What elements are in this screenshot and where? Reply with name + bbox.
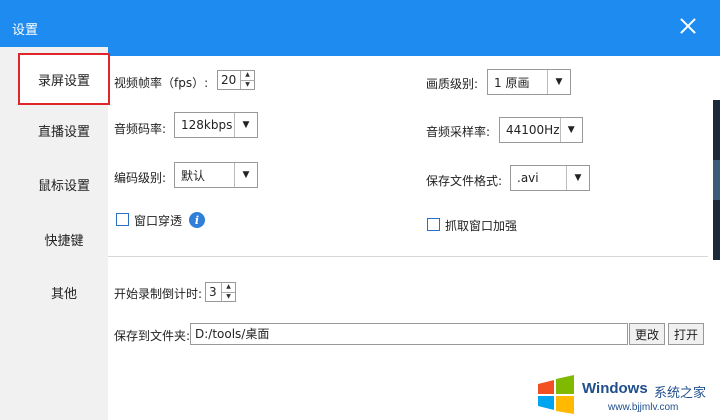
sidebar: 录屏设置 直播设置 鼠标设置 快捷键 其他 xyxy=(0,47,110,420)
sidebar-item-label: 鼠标设置 xyxy=(37,178,90,194)
audio-bitrate-select[interactable]: 128kbps ▼ xyxy=(174,112,258,138)
change-folder-button[interactable]: 更改 xyxy=(629,323,665,345)
quality-level-value: 1 原画 xyxy=(494,75,530,90)
open-folder-button[interactable]: 打开 xyxy=(668,323,704,345)
sidebar-item-label: 录屏设置 xyxy=(37,73,90,89)
sample-rate-value: 44100Hz xyxy=(506,123,560,137)
capture-enhance-checkbox[interactable] xyxy=(427,218,440,231)
watermark: Windows 系统之家 www.bjjmlv.com xyxy=(530,368,720,420)
sidebar-item-hotkeys[interactable]: 快捷键 xyxy=(18,213,110,265)
watermark-brand: Windows xyxy=(582,380,648,397)
stepper-down-icon[interactable]: ▼ xyxy=(241,79,254,90)
sidebar-item-live[interactable]: 直播设置 xyxy=(18,104,110,156)
stepper-down-icon[interactable]: ▼ xyxy=(222,291,235,302)
quality-level-label: 画质级别: xyxy=(426,77,479,91)
save-folder-input[interactable]: D:/tools/桌面 xyxy=(190,323,628,345)
encode-level-select[interactable]: 默认 ▼ xyxy=(174,162,258,188)
section-divider xyxy=(108,256,708,257)
fps-stepper[interactable]: 20 ▲ ▼ xyxy=(217,70,255,90)
file-format-value: .avi xyxy=(517,171,539,185)
audio-bitrate-value: 128kbps xyxy=(181,118,233,132)
audio-bitrate-label: 音频码率: xyxy=(114,122,167,136)
fps-label: 视频帧率（fps）: xyxy=(114,76,209,90)
countdown-stepper[interactable]: 3 ▲ ▼ xyxy=(205,282,236,302)
watermark-cn: 系统之家 xyxy=(654,386,707,401)
sidebar-item-label: 快捷键 xyxy=(44,233,84,249)
quality-level-select[interactable]: 1 原画 ▼ xyxy=(487,69,571,95)
encode-level-label: 编码级别: xyxy=(114,171,167,185)
file-format-select[interactable]: .avi ▼ xyxy=(510,165,590,191)
countdown-label: 开始录制倒计时: xyxy=(114,287,203,301)
close-icon[interactable] xyxy=(676,14,700,38)
file-format-label: 保存文件格式: xyxy=(426,174,503,188)
sample-rate-label: 音频采样率: xyxy=(426,125,491,139)
windows-logo-icon xyxy=(538,375,574,414)
sidebar-item-label: 其他 xyxy=(50,286,77,302)
window-passthrough-label: 窗口穿透 xyxy=(134,214,183,228)
sidebar-item-mouse[interactable]: 鼠标设置 xyxy=(18,158,110,210)
title-bar: 设置 xyxy=(0,0,720,56)
capture-enhance-label: 抓取窗口加强 xyxy=(445,219,518,233)
encode-level-value: 默认 xyxy=(181,168,206,183)
watermark-url: www.bjjmlv.com xyxy=(608,402,679,413)
sample-rate-select[interactable]: 44100Hz ▼ xyxy=(499,117,583,143)
fps-value: 20 xyxy=(221,73,237,87)
chevron-down-icon: ▼ xyxy=(234,113,257,137)
chevron-down-icon: ▼ xyxy=(234,163,257,187)
sidebar-item-other[interactable]: 其他 xyxy=(18,266,110,318)
window-title: 设置 xyxy=(12,23,39,38)
stepper-up-icon[interactable]: ▲ xyxy=(241,71,254,80)
info-icon[interactable]: i xyxy=(189,212,205,228)
chevron-down-icon: ▼ xyxy=(547,70,570,94)
countdown-value: 3 xyxy=(209,285,217,299)
chevron-down-icon: ▼ xyxy=(559,118,583,142)
stepper-up-icon[interactable]: ▲ xyxy=(222,283,235,292)
sidebar-item-label: 直播设置 xyxy=(37,124,90,140)
sidebar-item-record[interactable]: 录屏设置 xyxy=(18,53,110,105)
save-folder-label: 保存到文件夹: xyxy=(114,329,191,343)
background-window-edge xyxy=(713,100,720,260)
window-passthrough-checkbox[interactable] xyxy=(116,213,129,226)
settings-panel: 视频帧率（fps）: 20 ▲ ▼ 音频码率: 128kbps ▼ 编码级别: … xyxy=(108,56,720,420)
chevron-down-icon: ▼ xyxy=(566,166,589,190)
